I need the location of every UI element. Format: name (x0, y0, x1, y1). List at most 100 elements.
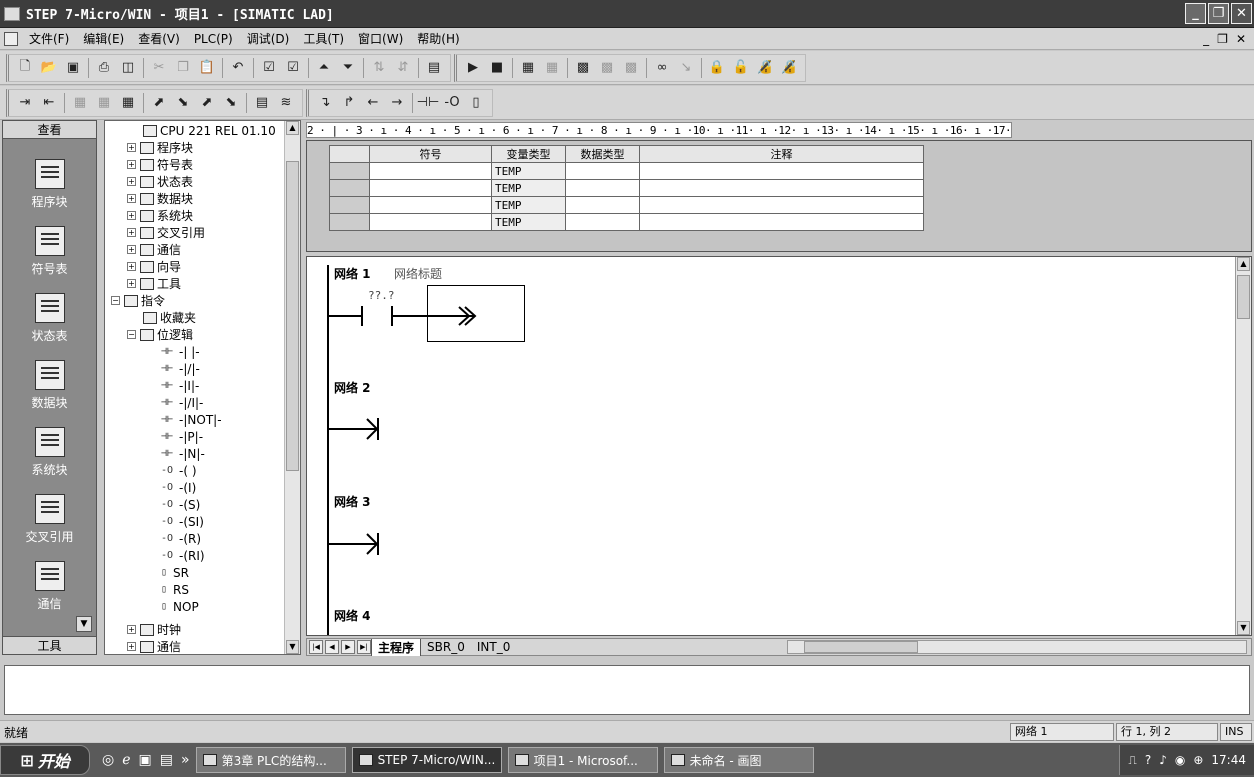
symbol-table-icon[interactable]: ⬊ (221, 93, 241, 113)
chevron-double-right-icon[interactable]: » (181, 752, 190, 768)
next-bookmark-icon[interactable]: ⬈ (149, 93, 169, 113)
mdi-restore-button[interactable]: ❐ (1217, 32, 1228, 46)
volume-icon[interactable]: ♪ (1159, 753, 1167, 767)
tools-footer-button[interactable]: 工具 (3, 636, 96, 654)
scrollbar-thumb[interactable] (804, 641, 918, 653)
tree-folder[interactable]: + 时钟 (127, 621, 181, 638)
horizontal-scrollbar[interactable] (787, 640, 1247, 654)
compile-icon[interactable]: ☑ (259, 58, 279, 78)
task-button[interactable]: 未命名 - 画图 (663, 747, 814, 773)
nav-symbol-table[interactable]: 符号表 (3, 226, 96, 277)
tree-instruction[interactable]: ▯ NOP (161, 598, 199, 615)
nav-cross-reference[interactable]: 交叉引用 (3, 494, 96, 545)
scroll-up-icon[interactable]: ▲ (1237, 257, 1250, 271)
options-icon[interactable]: ▤ (424, 58, 444, 78)
view-header-button[interactable]: 查看 (3, 121, 96, 139)
open-icon[interactable]: 📂 (39, 58, 59, 78)
update-icon[interactable]: ⊕ (1193, 753, 1203, 767)
tree-instruction[interactable]: -O -(I) (161, 479, 196, 496)
coil-icon[interactable]: -O (442, 93, 462, 113)
ladder-editor[interactable]: 网络 1 网络标题 ??.? 网络 2 网络 3 网络 4 ▲ ▼ (306, 256, 1252, 636)
force-icon[interactable]: ∞ (652, 58, 672, 78)
menu-edit[interactable]: 编辑(E) (76, 30, 131, 47)
menu-plc[interactable]: PLC(P) (187, 32, 240, 46)
nav-data-block[interactable]: 数据块 (3, 360, 96, 411)
tree-folder[interactable]: + 状态表 (127, 173, 193, 190)
menu-file[interactable]: 文件(F) (22, 30, 76, 47)
last-tab-icon[interactable]: ▶| (357, 640, 371, 654)
tree-favorites[interactable]: 收藏夹 (143, 309, 196, 326)
scroll-down-icon[interactable]: ▼ (1237, 621, 1250, 635)
row-header[interactable] (329, 213, 370, 231)
expand-icon[interactable]: + (127, 625, 136, 634)
bookmark-list-icon[interactable]: ▦ (118, 93, 138, 113)
scrollbar-thumb[interactable] (1237, 275, 1250, 319)
paste-icon[interactable]: 📋 (197, 58, 217, 78)
compile-all-icon[interactable]: ☑ (283, 58, 303, 78)
folder-icon[interactable]: ▤ (160, 752, 173, 768)
mdi-minimize-button[interactable]: _ (1203, 32, 1209, 46)
data-type-cell[interactable] (565, 162, 640, 180)
lock-icon[interactable]: 🔒 (707, 58, 727, 78)
sort-desc-icon[interactable]: ⇵ (393, 58, 413, 78)
expand-icon[interactable]: + (127, 642, 136, 651)
scrollbar-thumb[interactable] (286, 161, 299, 471)
toggle-poi-icon[interactable]: ▦ (70, 93, 90, 113)
tree-instruction[interactable]: -O -(RI) (161, 547, 205, 564)
comment-cell[interactable] (639, 213, 924, 231)
tree-instruction[interactable]: ⊣⊢ -|N|- (161, 445, 205, 462)
mdi-close-button[interactable]: ✕ (1236, 32, 1246, 46)
network-2-label[interactable]: 网络 2 (334, 379, 371, 396)
expand-icon[interactable]: + (127, 160, 136, 169)
security-icon[interactable]: ◉ (1175, 753, 1185, 767)
nav-status-chart[interactable]: 状态表 (3, 293, 96, 344)
tree-folder[interactable]: + 通信 (127, 638, 181, 654)
tab-int0[interactable]: INT_0 (471, 640, 516, 654)
expand-icon[interactable]: + (127, 143, 136, 152)
row-header[interactable] (329, 196, 370, 214)
expand-icon[interactable]: + (127, 245, 136, 254)
tree-instruction[interactable]: ▯ SR (161, 564, 189, 581)
single-read-icon[interactable]: ▩ (621, 58, 641, 78)
symbol-cell[interactable] (369, 196, 492, 214)
restore-button[interactable]: ❐ (1208, 3, 1229, 24)
menu-help[interactable]: 帮助(H) (410, 30, 466, 47)
right-line-icon[interactable]: → (387, 93, 407, 113)
output-window[interactable] (4, 665, 1250, 715)
browser-icon[interactable]: ℯ (122, 752, 130, 768)
symbol-cell[interactable] (369, 162, 492, 180)
tree-instruction[interactable]: ⊣⊢ -|NOT|- (161, 411, 222, 428)
upload-icon[interactable]: ⏶ (314, 58, 334, 78)
tab-main[interactable]: 主程序 (371, 638, 422, 656)
copy-icon[interactable]: ❐ (173, 58, 193, 78)
tree-bit-logic[interactable]: − 位逻辑 (127, 326, 193, 343)
start-button[interactable]: ⊞ 开始 (0, 745, 90, 775)
data-type-cell[interactable] (565, 196, 640, 214)
read-forced-icon[interactable]: 🔏 (779, 58, 799, 78)
media-icon[interactable]: ◎ (102, 752, 114, 768)
tree-cpu-item[interactable]: CPU 221 REL 01.10 (143, 122, 276, 139)
scroll-down-icon[interactable]: ▼ (286, 640, 299, 654)
down-line-icon[interactable]: ↴ (315, 93, 335, 113)
table-row[interactable]: TEMP (329, 179, 924, 197)
menu-window[interactable]: 窗口(W) (351, 30, 410, 47)
print-preview-icon[interactable]: ◫ (118, 58, 138, 78)
tree-instruction[interactable]: -O -( ) (161, 462, 197, 479)
program-status-icon[interactable]: ▦ (518, 58, 538, 78)
tree-folder[interactable]: + 系统块 (127, 207, 193, 224)
network-1-label[interactable]: 网络 1 (334, 265, 371, 282)
remove-bookmarks-icon[interactable]: ⬈ (197, 93, 217, 113)
undo-icon[interactable]: ↶ (228, 58, 248, 78)
document-icon[interactable]: ▣ (139, 752, 152, 768)
tab-sbr0[interactable]: SBR_0 (421, 640, 471, 654)
chart-status-icon[interactable]: ▦ (542, 58, 562, 78)
row-header[interactable] (329, 179, 370, 197)
nav-communications[interactable]: 通信 (3, 561, 96, 612)
nav-program-block[interactable]: 程序块 (3, 159, 96, 210)
tree-instruction[interactable]: ⊣⊢ -|I|- (161, 377, 199, 394)
collapse-icon[interactable]: − (127, 330, 136, 339)
read-all-forced-icon[interactable]: 🔏 (755, 58, 775, 78)
sort-asc-icon[interactable]: ⇅ (369, 58, 389, 78)
task-button[interactable]: 项目1 - Microsof... (507, 747, 658, 773)
unforce-icon[interactable]: ↘ (676, 58, 696, 78)
